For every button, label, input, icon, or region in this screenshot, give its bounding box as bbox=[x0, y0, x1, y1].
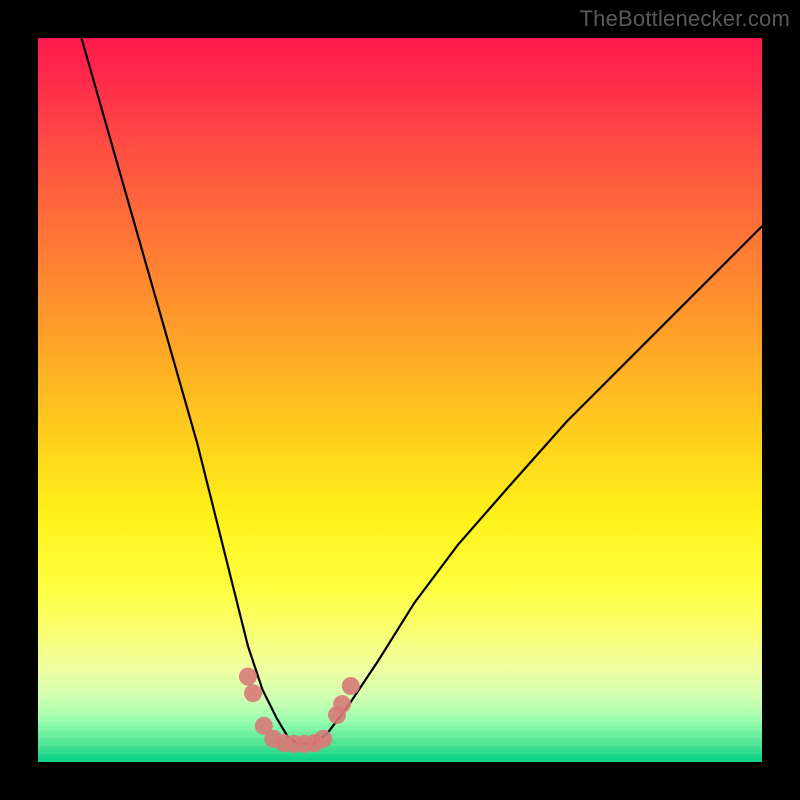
bottleneck-curve bbox=[81, 38, 762, 744]
chart-svg bbox=[38, 38, 762, 762]
sample-point bbox=[342, 677, 360, 695]
chart-frame: TheBottlenecker.com bbox=[0, 0, 800, 800]
sample-point bbox=[239, 668, 257, 686]
sample-point bbox=[333, 695, 351, 713]
plot-area bbox=[38, 38, 762, 762]
watermark-text: TheBottlenecker.com bbox=[580, 6, 790, 32]
sample-points-group bbox=[239, 668, 360, 753]
sample-point bbox=[244, 684, 262, 702]
sample-point bbox=[314, 730, 332, 748]
